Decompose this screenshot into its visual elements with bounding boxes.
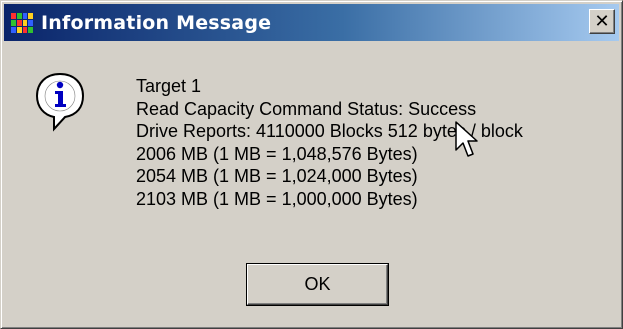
message-line-capacity-1000000: 2103 MB (1 MB = 1,000,000 Bytes) — [136, 188, 418, 209]
message-line-status: Read Capacity Command Status: Success — [136, 98, 477, 119]
information-dialog: Information Message ✕ Target 1 Read Capa… — [0, 0, 623, 329]
app-grid-icon — [11, 12, 33, 33]
ok-button[interactable]: OK — [246, 263, 389, 306]
ok-button-label: OK — [304, 274, 331, 294]
close-button[interactable]: ✕ — [589, 9, 615, 34]
mouse-pointer-icon — [455, 121, 478, 157]
close-icon: ✕ — [594, 10, 610, 32]
message-line-target: Target 1 — [136, 76, 202, 96]
information-icon — [35, 72, 85, 132]
title-bar[interactable]: Information Message ✕ — [4, 4, 619, 41]
window-title: Information Message — [41, 11, 272, 34]
message-line-capacity-1024000: 2054 MB (1 MB = 1,024,000 Bytes) — [136, 166, 418, 186]
